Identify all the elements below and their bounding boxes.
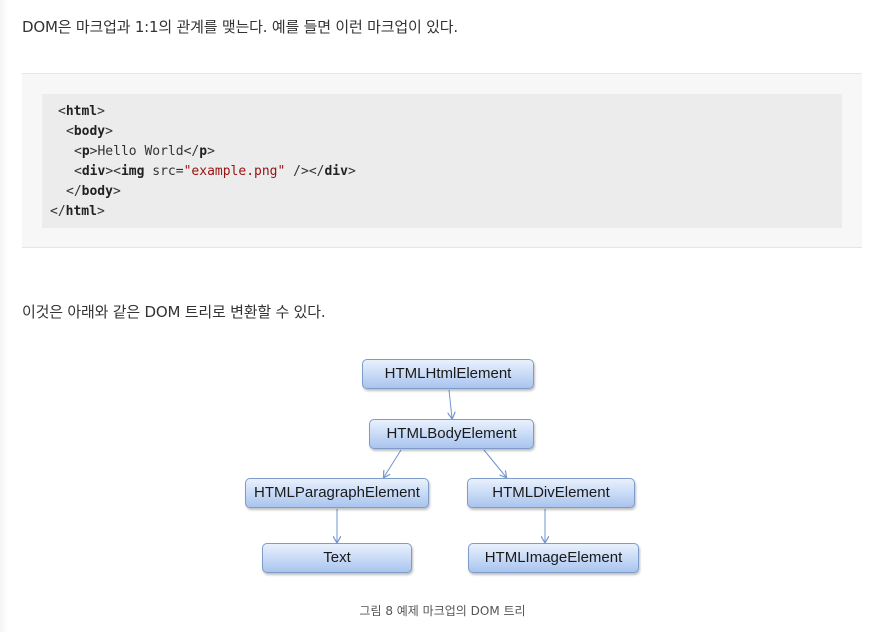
code-line-4: <div><img src="example.png" /></div>: [74, 164, 356, 179]
code-listing: <html> <body> <p>Hello World</p> <div><i…: [42, 94, 842, 228]
node-div-element: HTMLDivElement: [467, 478, 635, 508]
intro-paragraph: DOM은 마크업과 1:1의 관계를 맺는다. 예를 들면 이런 마크업이 있다…: [22, 18, 458, 36]
edge-body-to-paragraph: [384, 449, 402, 477]
node-body-element: HTMLBodyElement: [369, 419, 534, 449]
tree-edges: [337, 389, 545, 542]
code-line-3: <p>Hello World</p>: [74, 144, 215, 159]
figure-caption: 그림 8 예제 마크업의 DOM 트리: [359, 604, 526, 618]
document-page: DOM은 마크업과 1:1의 관계를 맺는다. 예를 들면 이런 마크업이 있다…: [0, 0, 885, 632]
edge-html-to-body: [449, 389, 452, 418]
code-line-1: <html>: [58, 104, 105, 119]
node-paragraph-element: HTMLParagraphElement: [245, 478, 429, 508]
page-edge-shadow: [0, 0, 8, 632]
code-block: <html> <body> <p>Hello World</p> <div><i…: [22, 73, 862, 248]
node-text: Text: [262, 543, 412, 573]
node-html-element: HTMLHtmlElement: [362, 359, 534, 389]
code-line-6: </html>: [50, 204, 105, 219]
edge-body-to-div: [483, 449, 506, 477]
node-image-element: HTMLImageElement: [468, 543, 639, 573]
outro-paragraph: 이것은 아래와 같은 DOM 트리로 변환할 수 있다.: [22, 303, 326, 321]
code-line-2: <body>: [66, 124, 113, 139]
code-line-5: </body>: [66, 184, 121, 199]
